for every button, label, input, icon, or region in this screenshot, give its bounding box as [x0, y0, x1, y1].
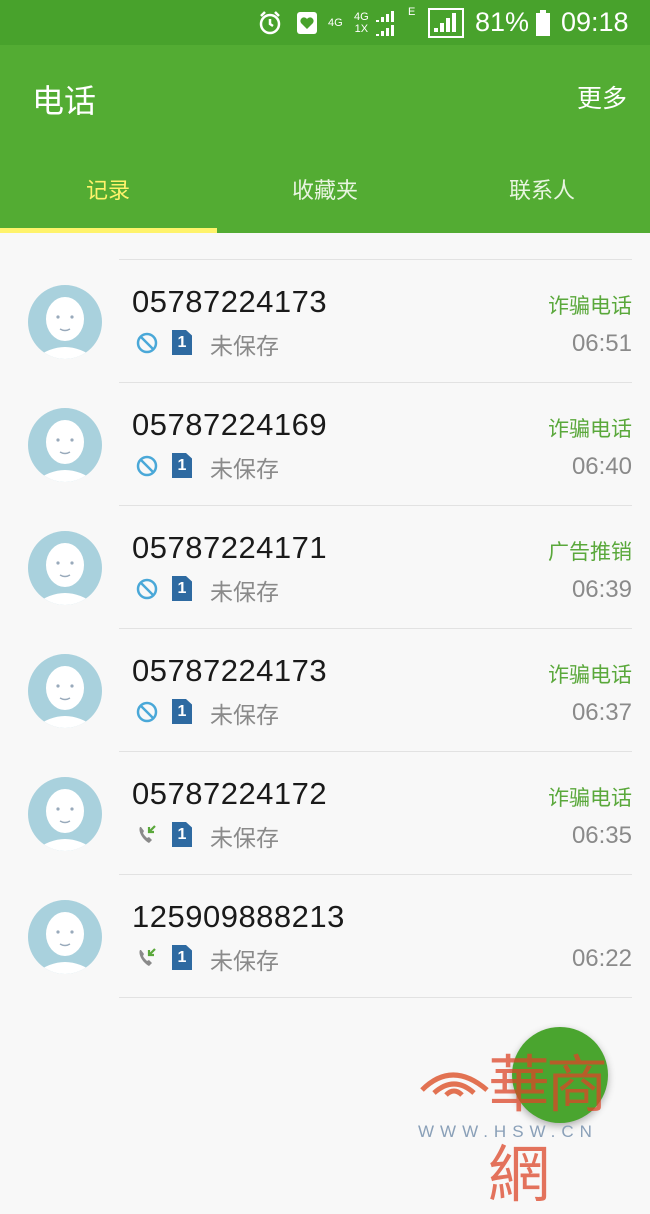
incoming-call-icon [135, 946, 159, 970]
call-time: 06:40 [571, 453, 632, 480]
call-log-row[interactable]: 05787224173 1 未保存 诈骗电话 06:51 [0, 260, 650, 382]
blocked-call-icon [135, 331, 159, 355]
save-status: 未保存 [210, 703, 279, 729]
clock: 09:18 [561, 7, 629, 37]
call-log-row[interactable]: 05787224173 1 未保存 诈骗电话 06:37 [0, 629, 650, 751]
tab-contacts[interactable]: 联系人 [434, 173, 650, 205]
call-log-row[interactable]: 05787224171 1 未保存 广告推销 06:39 [0, 506, 650, 628]
tab-favorites[interactable]: 收藏夹 [217, 173, 433, 205]
app-bar: 电话 更多 记录 收藏夹 联系人 [0, 45, 650, 233]
contact-avatar-icon[interactable] [28, 654, 102, 728]
call-time: 06:37 [571, 699, 632, 726]
incoming-call-icon [135, 823, 159, 847]
save-status: 未保存 [210, 949, 279, 975]
tab-indicator [0, 228, 217, 233]
save-status: 未保存 [210, 580, 279, 606]
sim-1-icon: 1 [172, 699, 192, 724]
spam-tag: 诈骗电话 [548, 663, 632, 687]
sim-1-icon: 1 [172, 822, 192, 847]
dual-signal-icon [374, 0, 396, 45]
call-time: 06:39 [571, 576, 632, 603]
blocked-call-icon [135, 700, 159, 724]
call-time: 06:51 [571, 330, 632, 357]
status-bar: 4G 4G 1X E 81% 09:18 [0, 0, 650, 45]
sim-1-icon: 1 [172, 330, 192, 355]
phone-number: 05787224171 [132, 530, 328, 565]
spam-tag: 诈骗电话 [548, 786, 632, 810]
spam-tag: 广告推销 [548, 540, 632, 564]
sim-1-icon: 1 [172, 945, 192, 970]
tab-log[interactable]: 记录 [0, 173, 216, 205]
blocked-call-icon [135, 454, 159, 478]
watermark-url: WWW.HSW.CN [418, 1122, 598, 1141]
spam-tag: 诈骗电话 [548, 417, 632, 441]
phone-number: 125909888213 [132, 899, 345, 934]
save-status: 未保存 [210, 826, 279, 852]
contact-avatar-icon[interactable] [28, 531, 102, 605]
contact-avatar-icon[interactable] [28, 777, 102, 851]
battery-percent: 81% [475, 7, 530, 37]
alarm-icon [257, 0, 283, 45]
sim-1-icon: 1 [172, 576, 192, 601]
call-log-row[interactable]: 125909888213 1 未保存 06:22 [0, 875, 650, 997]
save-status: 未保存 [210, 334, 279, 360]
network-type-2: 4G 1X [354, 10, 369, 35]
phone-number: 05787224169 [132, 407, 328, 442]
phone-number: 05787224173 [132, 653, 328, 688]
contact-avatar-icon[interactable] [28, 900, 102, 974]
network-type-1: 4G [328, 16, 343, 29]
page-title: 电话 [32, 82, 97, 120]
phone-number: 05787224172 [132, 776, 328, 811]
call-log-row[interactable]: 05787224169 1 未保存 诈骗电话 06:40 [0, 383, 650, 505]
health-icon [296, 0, 318, 45]
edge-indicator: E [408, 6, 416, 18]
spam-tag: 诈骗电话 [548, 294, 632, 318]
call-time: 06:35 [571, 822, 632, 849]
contact-avatar-icon[interactable] [28, 408, 102, 482]
divider [119, 997, 632, 998]
signal-icon [428, 0, 464, 45]
battery-icon [535, 0, 551, 45]
blocked-call-icon [135, 577, 159, 601]
phone-number: 05787224173 [132, 284, 328, 319]
more-button[interactable]: 更多 [577, 79, 627, 115]
call-time: 06:22 [571, 945, 632, 972]
sim-1-icon: 1 [172, 453, 192, 478]
contact-avatar-icon[interactable] [28, 285, 102, 359]
save-status: 未保存 [210, 457, 279, 483]
call-log-row[interactable]: 05787224172 1 未保存 诈骗电话 06:35 [0, 752, 650, 874]
